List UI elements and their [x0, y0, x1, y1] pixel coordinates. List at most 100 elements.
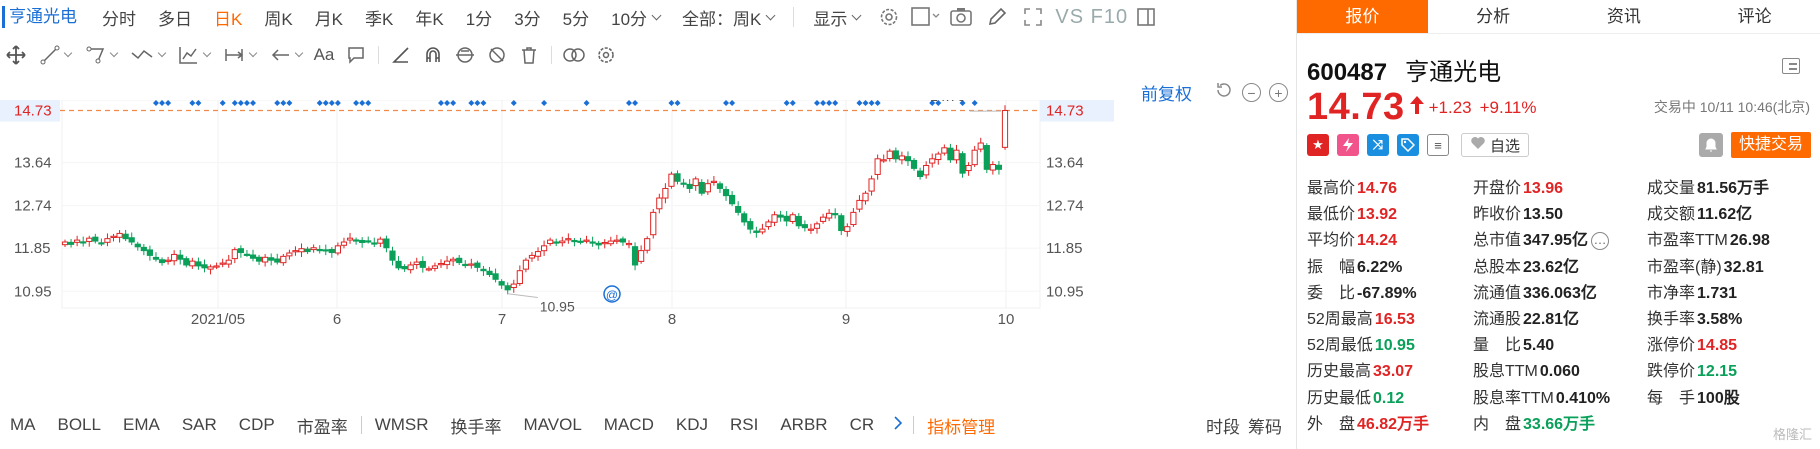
- scope-select[interactable]: 全部：周K: [671, 5, 785, 30]
- candle-body: [680, 182, 687, 185]
- event-marker: [280, 100, 287, 106]
- indicator-sar[interactable]: SAR: [171, 415, 228, 435]
- candle-body: [813, 223, 821, 229]
- fullscreen-icon[interactable]: [1018, 2, 1048, 32]
- tab-quote[interactable]: 报价: [1297, 0, 1428, 33]
- candle-body: [965, 165, 972, 172]
- quick-trade-button[interactable]: 快捷交易: [1730, 132, 1811, 158]
- indicator-manage-button[interactable]: 指标管理: [916, 413, 1006, 438]
- chip-distribution-button[interactable]: 筹码: [1248, 413, 1282, 438]
- trendline-tool-icon[interactable]: [32, 40, 78, 70]
- tf-10min-select[interactable]: 10分: [600, 5, 671, 30]
- range-tool-icon[interactable]: [216, 40, 262, 70]
- stat-item: 最高价 14.76: [1307, 176, 1473, 202]
- event-marker: [874, 100, 881, 106]
- indicator-macd[interactable]: MACD: [593, 415, 665, 435]
- event-marker: [353, 100, 360, 106]
- add-watchlist-button[interactable]: 自选: [1461, 133, 1530, 157]
- bell-icon[interactable]: [1698, 133, 1723, 157]
- indicator-turnover[interactable]: 换手率: [440, 413, 513, 438]
- settings-gear-icon[interactable]: [874, 2, 904, 32]
- indicator-cdp[interactable]: CDP: [228, 415, 286, 435]
- magnet-icon[interactable]: [417, 40, 449, 70]
- arrow-tool-icon[interactable]: [262, 40, 308, 70]
- lightning-icon[interactable]: [1337, 134, 1359, 156]
- panel-toggle-icon[interactable]: [1131, 2, 1161, 32]
- indicator-cr[interactable]: CR: [839, 415, 886, 435]
- stat-value: 16.53: [1374, 310, 1415, 328]
- chevron-right-icon[interactable]: [885, 415, 911, 435]
- layout-square-icon[interactable]: [910, 2, 940, 32]
- chart-topbar: 亨通光电 分时 多日 日K 周K 月K 季K 年K 1分 3分 5分 10分 全…: [0, 0, 1296, 34]
- lock-draw-icon[interactable]: [449, 40, 481, 70]
- text-tool-icon[interactable]: Aa: [308, 40, 340, 70]
- candle-body: [935, 153, 942, 161]
- tf-weekly-k[interactable]: 周K: [253, 5, 303, 30]
- tab-analysis[interactable]: 分析: [1428, 0, 1559, 33]
- tf-1min[interactable]: 1分: [455, 5, 503, 30]
- price-axis-label-left: 10.95: [14, 283, 52, 300]
- divider: [793, 7, 795, 27]
- tf-10min-label: 10分: [611, 9, 648, 29]
- indicator-kdj[interactable]: KDJ: [665, 415, 719, 435]
- tf-fenshi[interactable]: 分时: [91, 5, 147, 30]
- shuffle-icon[interactable]: ⤨: [1367, 134, 1389, 156]
- chart-settings-icon[interactable]: [590, 40, 622, 70]
- tf-quarterly-k[interactable]: 季K: [354, 5, 404, 30]
- wave-tool-icon[interactable]: [124, 40, 170, 70]
- comment-tool-icon[interactable]: [340, 40, 372, 70]
- indicator-boll[interactable]: BOLL: [47, 415, 112, 435]
- indicator-arbr[interactable]: ARBR: [769, 415, 838, 435]
- candle-body: [995, 164, 1003, 170]
- indicator-mavol[interactable]: MAVOL: [513, 415, 593, 435]
- camera-icon[interactable]: [946, 2, 976, 32]
- trash-icon[interactable]: [513, 40, 545, 70]
- channel-tool-icon[interactable]: [78, 40, 124, 70]
- candle-body: [801, 224, 808, 229]
- stats-grid: 最高价 14.76 开盘价 13.96 成交量 81.56万手 最低价 13.92 昨收价 13.…: [1307, 176, 1817, 438]
- stock-name-tab[interactable]: 亨通光电: [2, 6, 91, 28]
- move-crosshair-icon[interactable]: [0, 40, 32, 70]
- tf-yearly-k[interactable]: 年K: [404, 5, 454, 30]
- candle-body: [480, 268, 487, 272]
- tab-news[interactable]: 资讯: [1559, 0, 1690, 33]
- candlestick-chart[interactable]: 2021/05 6 7 8 9 10 14.73 14.73 13.64 13.64 12.74 12…: [0, 100, 1296, 400]
- stat-label: 开盘价: [1473, 180, 1522, 197]
- menu-icon[interactable]: [1782, 58, 1800, 74]
- more-info-icon[interactable]: …: [1590, 232, 1609, 251]
- price-axis-label-right: 10.95: [1046, 283, 1084, 300]
- candle-body: [874, 158, 881, 175]
- stat-label: 历史最低: [1307, 389, 1372, 407]
- notes-icon[interactable]: ≡: [1427, 134, 1449, 156]
- event-marker: [438, 100, 444, 106]
- stat-label: 市净率: [1647, 284, 1696, 302]
- tf-5min[interactable]: 5分: [552, 5, 600, 30]
- scope-select-label: 全部：周K: [682, 9, 762, 29]
- tf-daily-k[interactable]: 日K: [203, 5, 253, 30]
- candle-body: [668, 173, 675, 187]
- tab-comments[interactable]: 评论: [1689, 0, 1820, 33]
- indicator-wmsr[interactable]: WMSR: [364, 415, 440, 435]
- angle-tool-icon[interactable]: [385, 40, 417, 70]
- time-period-button[interactable]: 时段: [1206, 413, 1240, 438]
- indicator-ma[interactable]: MA: [0, 415, 47, 435]
- pencil-icon[interactable]: [982, 2, 1012, 32]
- tf-3min[interactable]: 3分: [503, 5, 551, 30]
- event-marker: [159, 100, 166, 106]
- stat-item: 总股本 23.62亿: [1473, 255, 1647, 281]
- tag-icon[interactable]: [1397, 134, 1419, 156]
- display-select[interactable]: 显示: [802, 5, 871, 30]
- indicator-ema[interactable]: EMA: [112, 415, 171, 435]
- compare-icon[interactable]: [558, 40, 590, 70]
- candle-body: [207, 266, 214, 270]
- tf-duori[interactable]: 多日: [147, 5, 203, 30]
- vs-f10-button[interactable]: VS F10: [1055, 6, 1128, 29]
- measure-chart-icon[interactable]: [170, 40, 216, 70]
- tf-monthly-k[interactable]: 月K: [304, 5, 354, 30]
- indicator-pe[interactable]: 市盈率: [286, 413, 359, 438]
- event-marker: [250, 100, 256, 106]
- event-marker: [820, 100, 827, 106]
- hide-drawings-icon[interactable]: [481, 40, 513, 70]
- event-marker: [468, 100, 475, 106]
- indicator-rsi[interactable]: RSI: [719, 415, 769, 435]
